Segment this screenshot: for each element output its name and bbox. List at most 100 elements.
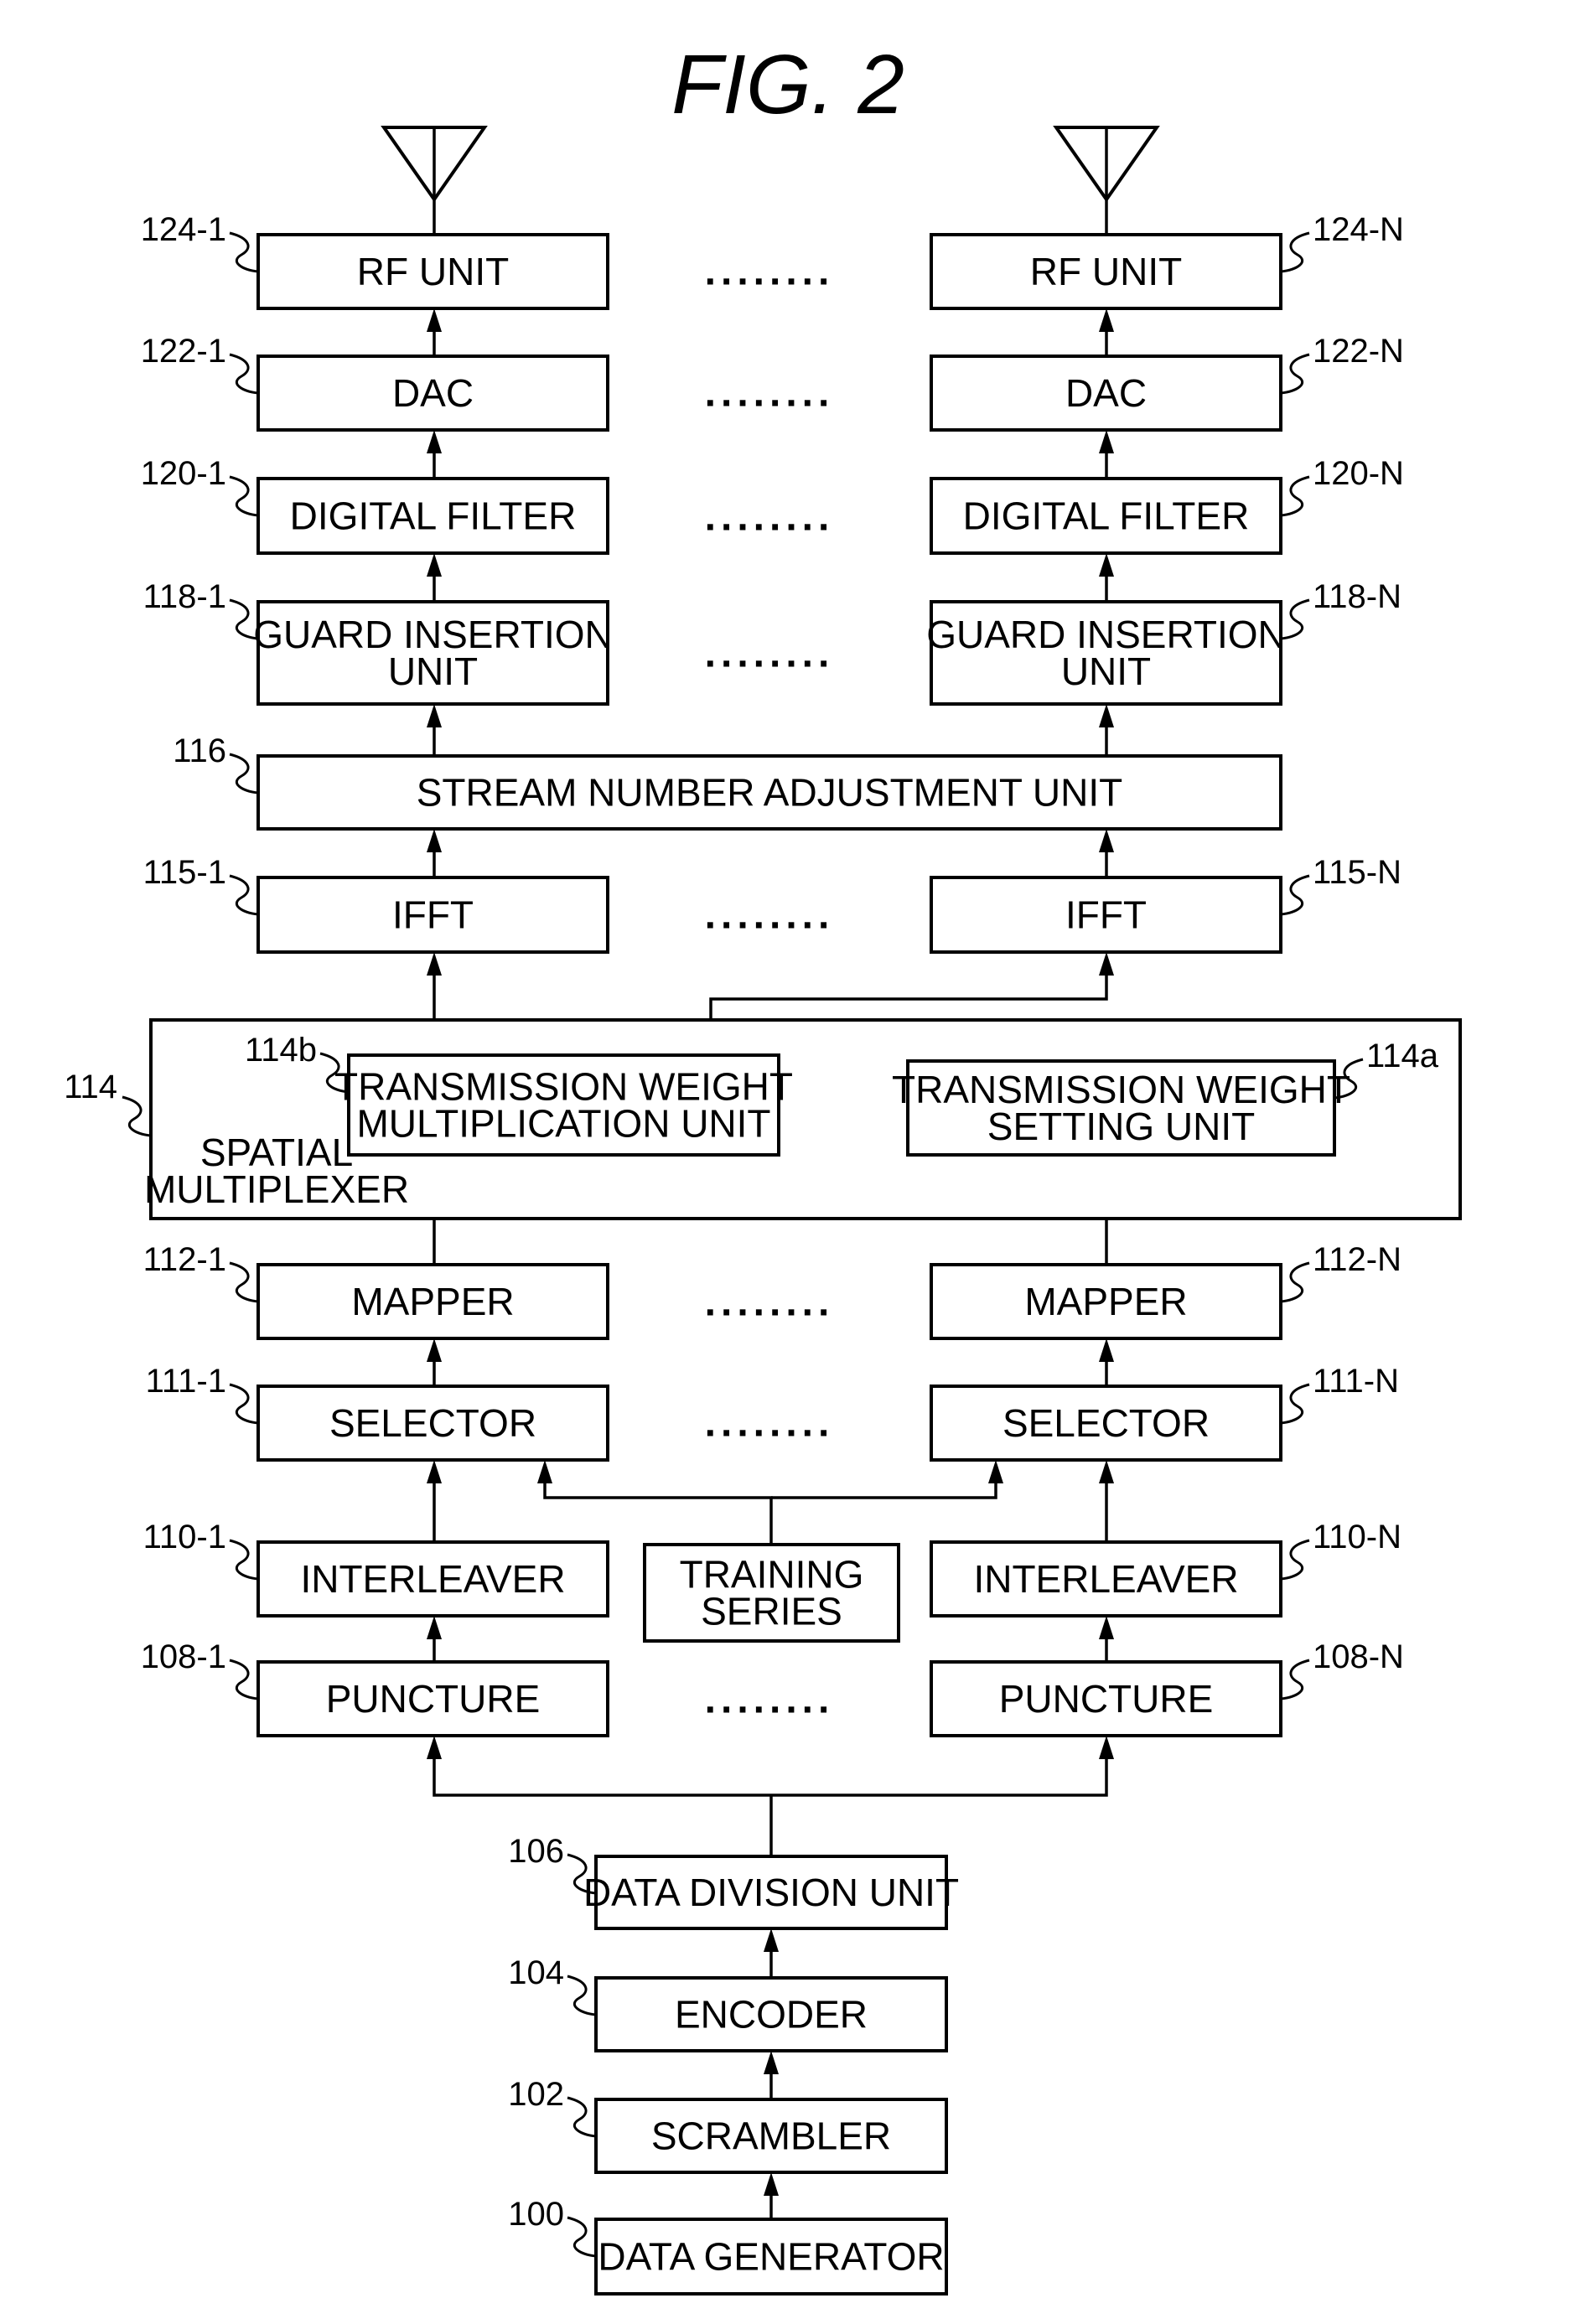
leader-squiggle	[1280, 1539, 1310, 1581]
reference-numeral: 124-N	[1313, 211, 1404, 248]
block-mapper-1: MAPPER 112-1	[143, 1241, 609, 1340]
leader-squiggle	[229, 231, 259, 273]
block-label: MULTIPLEXER	[144, 1167, 409, 1211]
leader-squiggle	[1280, 353, 1310, 395]
ellipsis: ........	[705, 1401, 835, 1446]
block-dac-n: DAC 122-N	[930, 333, 1404, 432]
reference-numeral: 111-N	[1313, 1363, 1399, 1400]
reference-numeral: 118-N	[1313, 578, 1401, 615]
leader-squiggle	[229, 753, 259, 795]
reference-numeral: 110-1	[143, 1519, 226, 1555]
reference-numeral: 112-N	[1313, 1241, 1401, 1278]
block-data-division: DATA DIVISION UNIT 106	[508, 1833, 959, 1930]
block-ifft-1: IFFT 115-1	[143, 854, 609, 954]
block-label: STREAM NUMBER ADJUSTMENT UNIT	[417, 771, 1123, 815]
arrow-scrambler-to-encoder	[764, 2051, 779, 2099]
block-label: INTERLEAVER	[300, 1557, 565, 1601]
reference-numeral: 106	[508, 1833, 564, 1870]
leader-squiggle	[1280, 475, 1310, 517]
block-ifft-n: IFFT 115-N	[930, 854, 1401, 954]
block-label: SELECTOR	[1003, 1401, 1210, 1445]
reference-numeral: 114a	[1366, 1038, 1439, 1074]
reference-numeral: 110-N	[1313, 1519, 1401, 1555]
ellipsis: ........	[705, 495, 835, 540]
reference-numeral: 111-1	[146, 1363, 226, 1400]
block-data-generator: DATA GENERATOR 100	[508, 2196, 948, 2296]
connector-training-to-selector-n	[771, 1483, 997, 1499]
ellipsis: ........	[705, 1678, 835, 1722]
ellipsis: ........	[705, 371, 835, 416]
reference-numeral: 114	[64, 1069, 117, 1105]
connector-bus	[433, 1759, 1108, 1797]
leader-squiggle	[229, 353, 259, 395]
arrowhead	[537, 1460, 552, 1483]
reference-numeral: 108-N	[1313, 1638, 1404, 1675]
arrow-filter-to-dac	[1099, 430, 1114, 479]
block-label: DAC	[392, 371, 474, 415]
block-rf-unit-n: RF UNIT 124-N	[930, 211, 1404, 310]
reference-numeral: 122-1	[141, 333, 226, 370]
reference-numeral: 122-N	[1313, 333, 1404, 370]
reference-numeral: 115-1	[143, 854, 226, 891]
block-encoder: ENCODER 104	[508, 1954, 948, 2052]
leader-squiggle	[122, 1095, 152, 1137]
block-label: DATA DIVISION UNIT	[583, 1871, 959, 1914]
arrow-selector-to-mapper	[427, 1338, 442, 1386]
block-label: MAPPER	[351, 1280, 514, 1323]
reference-numeral: 102	[508, 2076, 564, 2113]
arrow-ifft-to-stream	[1099, 829, 1114, 877]
block-puncture-1: PUNCTURE 108-1	[141, 1638, 609, 1737]
block-label: DIGITAL FILTER	[290, 494, 577, 538]
leader-squiggle	[229, 475, 259, 517]
reference-numeral: 115-N	[1313, 854, 1401, 891]
block-selector-1: SELECTOR 111-1	[146, 1363, 609, 1462]
ellipsis: ........	[705, 1281, 835, 1325]
leader-squiggle	[229, 874, 259, 916]
block-label: DIGITAL FILTER	[963, 494, 1250, 538]
reference-numeral: 120-N	[1313, 455, 1404, 492]
block-label: UNIT	[388, 650, 478, 693]
block-rf-unit-1: RF UNIT 124-1	[141, 211, 609, 310]
ellipsis: ........	[705, 632, 835, 676]
block-label: PUNCTURE	[326, 1677, 541, 1721]
reference-numeral: 114b	[245, 1032, 317, 1069]
block-label: IFFT	[1065, 893, 1147, 937]
arrow-dac-to-rf	[427, 308, 442, 356]
block-label: DAC	[1065, 371, 1147, 415]
block-digital-filter-n: DIGITAL FILTER 120-N	[930, 455, 1404, 555]
block-training-series: TRAININGSERIES	[643, 1543, 900, 1643]
reference-numeral: 120-1	[141, 455, 226, 492]
block-label: PUNCTURE	[999, 1677, 1214, 1721]
leader-squiggle	[567, 2096, 597, 2138]
arrow-interleaver-to-selector	[427, 1460, 442, 1542]
ellipses: ........................................…	[705, 250, 835, 1722]
block-label: IFFT	[392, 893, 474, 937]
arrowhead	[988, 1460, 1003, 1483]
block-digital-filter-1: DIGITAL FILTER 120-1	[141, 455, 609, 555]
reference-numeral: 100	[508, 2196, 564, 2233]
block-dac-1: DAC 122-1	[141, 333, 609, 432]
arrow-guard-to-filter	[427, 553, 442, 602]
leader-squiggle	[229, 1659, 259, 1700]
block-label: ENCODER	[675, 1993, 868, 2037]
connector-training-to-selector-1	[543, 1483, 773, 1545]
antenna-icon-1	[381, 126, 488, 235]
arrow-stream-to-guard	[1099, 704, 1114, 756]
reference-numeral: 108-1	[141, 1638, 226, 1675]
leader-squiggle	[1280, 1261, 1310, 1303]
block-selector-n: SELECTOR 111-N	[930, 1363, 1399, 1462]
arrow-puncture-to-interleaver	[427, 1616, 442, 1662]
leader-squiggle	[1280, 1383, 1310, 1425]
leader-squiggle	[229, 1261, 259, 1303]
block-scrambler: SCRAMBLER 102	[508, 2076, 948, 2174]
arrowhead	[1099, 1736, 1114, 1759]
block-label: RF UNIT	[1030, 250, 1182, 293]
block-label: UNIT	[1061, 650, 1151, 693]
block-interleaver-1: INTERLEAVER 110-1	[143, 1519, 609, 1617]
block-label: MULTIPLICATION UNIT	[356, 1102, 770, 1146]
reference-numeral: 116	[173, 732, 226, 769]
block-stream-number-adjustment: STREAM NUMBER ADJUSTMENT UNIT 116	[173, 732, 1282, 831]
arrow-ifft-to-stream	[427, 829, 442, 877]
block-label: SELECTOR	[329, 1401, 536, 1445]
leader-squiggle	[229, 1539, 259, 1581]
